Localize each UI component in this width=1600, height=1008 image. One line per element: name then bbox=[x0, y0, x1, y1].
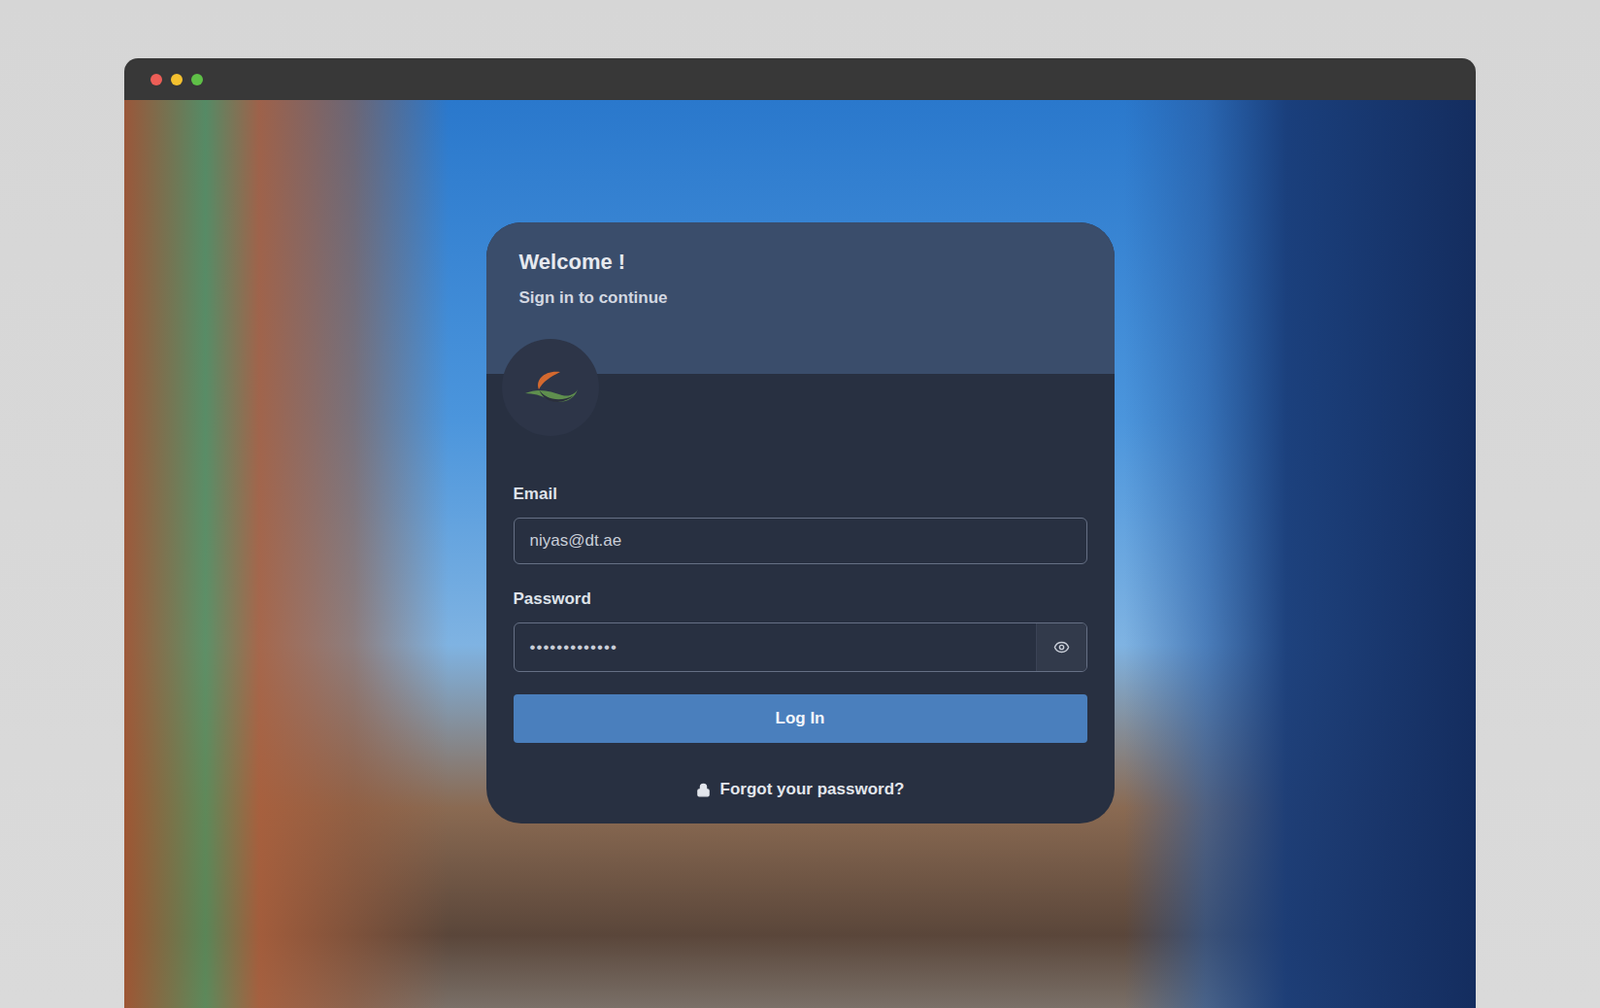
background-photo: Welcome ! Sign in to continue Email niyas@d… bbox=[124, 100, 1476, 1008]
login-card: Welcome ! Sign in to continue Email niyas@d… bbox=[486, 222, 1115, 824]
email-field[interactable]: niyas@dt.ae bbox=[513, 517, 1088, 565]
company-logo-icon bbox=[521, 366, 580, 409]
forgot-password-link[interactable]: Forgot your password? bbox=[696, 779, 905, 800]
lock-icon bbox=[696, 782, 711, 798]
browser-window: Welcome ! Sign in to continue Email niyas@d… bbox=[124, 58, 1476, 1008]
logo-badge bbox=[501, 338, 600, 436]
field-value[interactable]: niyas@dt.ae bbox=[514, 518, 1087, 564]
eye-icon bbox=[1053, 638, 1070, 656]
show-password-button[interactable] bbox=[1035, 623, 1087, 671]
welcome-title: Welcome ! bbox=[519, 249, 1082, 275]
password-field[interactable]: ••••••••••••• bbox=[513, 622, 1088, 672]
maximize-button[interactable] bbox=[191, 73, 203, 86]
login-form: Email niyas@dt.ae Password ••••••••••••• bbox=[513, 484, 1088, 672]
close-button[interactable] bbox=[150, 73, 163, 86]
field-label: Password bbox=[513, 589, 1088, 609]
title-bar bbox=[124, 58, 1476, 100]
field-group: Password ••••••••••••• bbox=[513, 589, 1088, 672]
minimize-button[interactable] bbox=[170, 73, 183, 86]
page: Welcome ! Sign in to continue Email niyas@d… bbox=[0, 0, 1600, 1008]
field-value[interactable]: ••••••••••••• bbox=[514, 623, 1036, 671]
login-button[interactable]: Log In bbox=[513, 694, 1088, 743]
subtitle: Sign in to continue bbox=[519, 288, 1082, 308]
field-group: Email niyas@dt.ae bbox=[513, 484, 1088, 565]
field-label: Email bbox=[513, 484, 1088, 504]
card-body: Email niyas@dt.ae Password ••••••••••••• Log… bbox=[486, 373, 1115, 824]
